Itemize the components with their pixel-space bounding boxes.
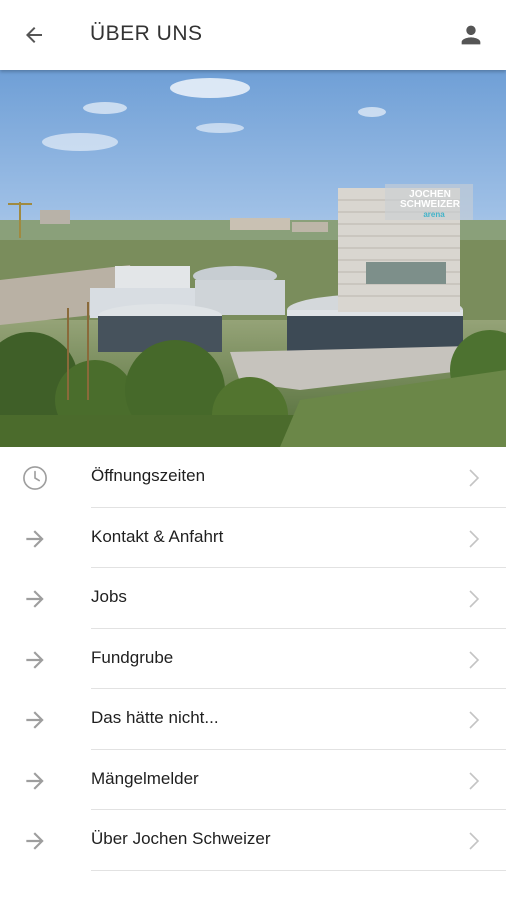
arrow-right-icon [26, 711, 44, 729]
menu-item-ueber-jochen-schweizer[interactable]: Über Jochen Schweizer [0, 810, 506, 871]
menu-item-jobs[interactable]: Jobs [0, 568, 506, 629]
chevron-right-icon [469, 711, 480, 729]
menu-item-maengelmelder[interactable]: Mängelmelder [0, 750, 506, 810]
menu-item-kontakt-anfahrt[interactable]: Kontakt & Anfahrt [0, 508, 506, 568]
menu-item-oeffnungszeiten[interactable]: Öffnungszeiten [0, 447, 506, 508]
chevron-right-icon [469, 590, 480, 608]
arrow-right-icon [26, 650, 44, 669]
menu-item-label: Kontakt & Anfahrt [91, 526, 224, 546]
chevron-right-icon [469, 832, 480, 850]
arrow-right-icon [26, 529, 44, 548]
chevron-right-icon [469, 529, 480, 548]
clock-icon [23, 466, 47, 490]
profile-button[interactable] [454, 18, 488, 52]
app-bar: ÜBER UNS [0, 0, 506, 70]
menu-item-das-haette-nicht[interactable]: Das hätte nicht... [0, 689, 506, 750]
back-button[interactable] [16, 19, 52, 51]
divider [91, 869, 506, 871]
sign-schweizer: SCHWEIZER [400, 199, 461, 210]
menu-item-label: Jobs [91, 587, 127, 606]
menu-item-label: Öffnungszeiten [91, 466, 206, 485]
menu-item-label: Mängelmelder [91, 768, 199, 788]
arena-photo: JOCHEN SCHWEIZER arena [0, 78, 506, 447]
arrow-right-icon [26, 590, 44, 608]
sign-arena: arena [423, 210, 445, 219]
menu-item-label: Über Jochen Schweizer [91, 829, 271, 848]
arrow-left-icon [26, 27, 42, 43]
menu-item-label: Das hätte nicht... [91, 708, 219, 727]
chevron-right-icon [469, 771, 480, 790]
menu-list: Öffnungszeiten Kontakt & Anfahrt Jobs Fu… [0, 447, 506, 871]
person-icon [461, 25, 481, 45]
chevron-right-icon [469, 469, 480, 487]
chevron-right-icon [469, 650, 480, 669]
page-title: ÜBER UNS [90, 22, 203, 45]
hero-image: JOCHEN SCHWEIZER arena [0, 70, 506, 447]
menu-item-label: Fundgrube [91, 647, 174, 667]
arrow-right-icon [26, 832, 44, 850]
arrow-right-icon [26, 771, 44, 790]
menu-item-fundgrube[interactable]: Fundgrube [0, 629, 506, 689]
